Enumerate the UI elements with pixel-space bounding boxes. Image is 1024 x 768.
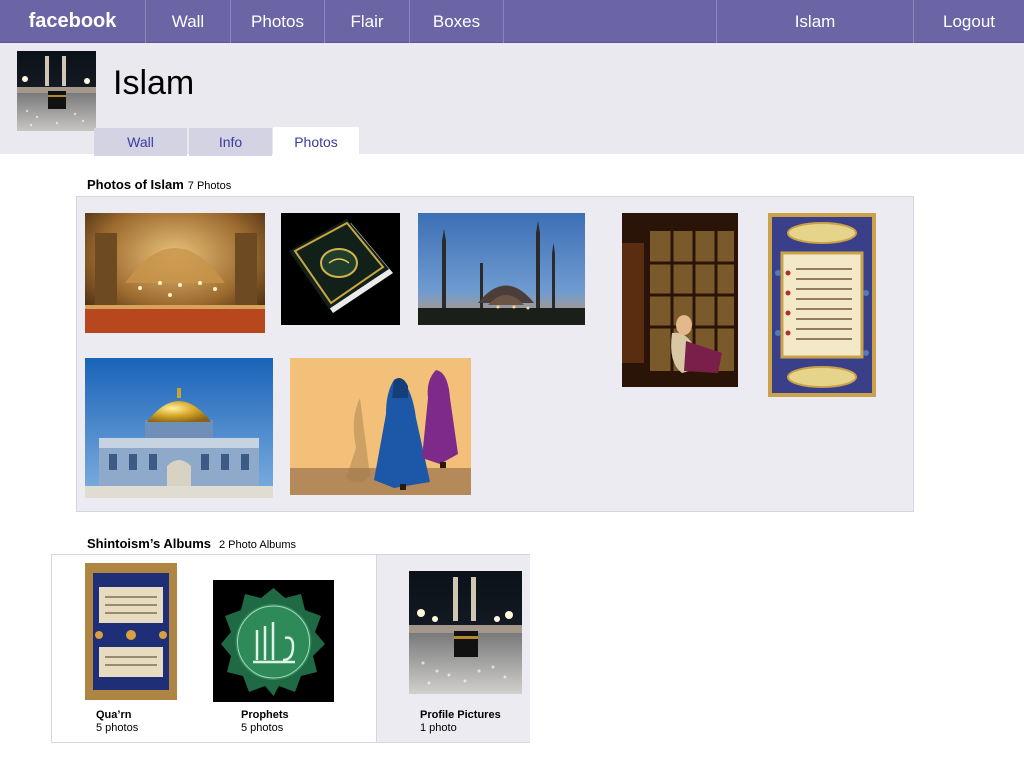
facebook-logo-link[interactable]: facebook [0, 0, 146, 43]
logout-link[interactable]: Logout [914, 0, 1024, 43]
nav-boxes-link[interactable]: Boxes [410, 0, 504, 43]
tab-info[interactable]: Info [189, 128, 272, 156]
photo-illuminated-manuscript[interactable] [768, 213, 876, 397]
albums-section-title-text: Shintoism’s Albums [87, 536, 211, 551]
tab-wall[interactable]: Wall [94, 128, 187, 156]
photo-blue-mosque[interactable] [418, 213, 585, 325]
top-navigation-bar: facebook Wall Photos Flair Boxes Islam L… [0, 0, 1024, 43]
profile-name-heading: Islam [113, 64, 195, 102]
album-count-profile-pictures: 1 photo [420, 722, 457, 734]
nav-wall-link[interactable]: Wall [146, 0, 231, 43]
photos-section-title-text: Photos of Islam [87, 177, 184, 192]
album-cover-prophets[interactable] [213, 580, 334, 702]
photos-count: 7 Photos [187, 180, 232, 192]
profile-avatar[interactable] [17, 51, 96, 131]
album-cover-quran[interactable] [85, 563, 177, 700]
photo-mosque-interior[interactable] [85, 213, 265, 333]
album-name-quran[interactable]: Qua’rn [96, 709, 131, 721]
photos-section-title: Photos of Islam 7 Photos [87, 177, 231, 192]
album-name-profile-pictures[interactable]: Profile Pictures [420, 709, 501, 721]
albums-section-title: Shintoism’s Albums 2 Photo Albums [87, 536, 296, 551]
album-count-quran: 5 photos [96, 722, 139, 734]
album-count-prophets: 5 photos [241, 722, 284, 734]
albums-count: 2 Photo Albums [219, 539, 297, 551]
photo-dome-of-the-rock[interactable] [85, 358, 273, 498]
nav-profile-link[interactable]: Islam [716, 0, 914, 43]
photo-women-in-burqas[interactable] [290, 358, 471, 495]
nav-flair-link[interactable]: Flair [325, 0, 410, 43]
tab-photos[interactable]: Photos [273, 127, 359, 156]
album-cover-profile-pictures[interactable] [409, 571, 522, 694]
photo-quran-book[interactable] [281, 213, 400, 325]
album-name-prophets[interactable]: Prophets [241, 709, 289, 721]
photo-woman-at-window[interactable] [622, 213, 738, 387]
nav-photos-link[interactable]: Photos [231, 0, 325, 43]
